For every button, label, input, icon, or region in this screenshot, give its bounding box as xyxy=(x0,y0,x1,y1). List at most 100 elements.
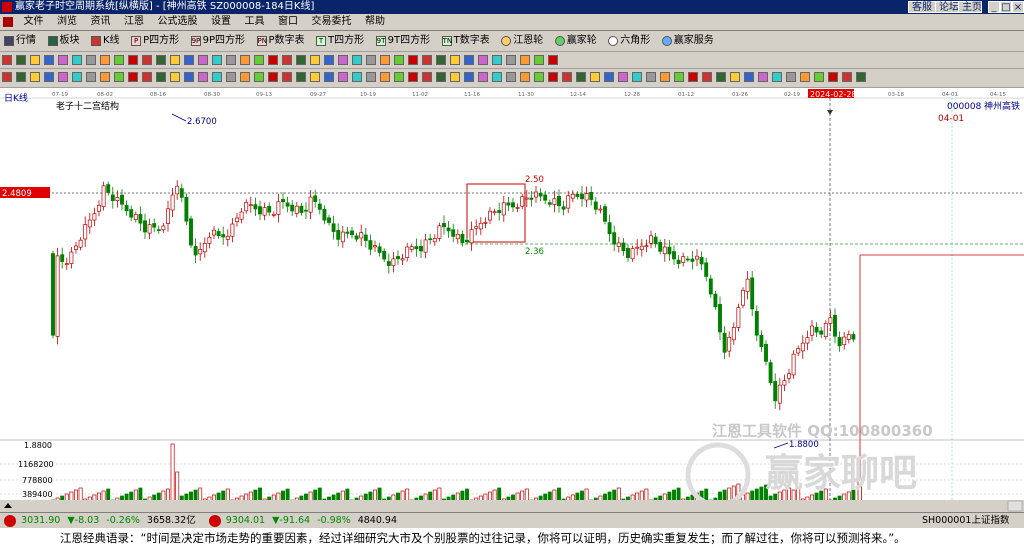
menu-trade[interactable]: 交易委托 xyxy=(307,14,357,30)
drawing-tool-icon[interactable] xyxy=(352,72,362,82)
sz-index-value[interactable]: 9304.01 xyxy=(226,513,265,529)
drawing-tool-icon[interactable] xyxy=(842,72,852,82)
drawing-tool-icon[interactable] xyxy=(44,72,54,82)
toolbar-t-square-button[interactable]: T T四方形 xyxy=(314,33,366,49)
toolbar-p-square-button[interactable]: P P四方形 xyxy=(129,33,181,49)
toolbar-9t-square-button[interactable]: 9T 9T四方形 xyxy=(374,33,432,49)
drawing-tool-icon[interactable] xyxy=(618,72,628,82)
drawing-tool-icon[interactable] xyxy=(408,72,418,82)
menu-window[interactable]: 窗口 xyxy=(273,14,303,30)
minimize-button[interactable]: _ xyxy=(988,1,1000,13)
drawing-tool-icon[interactable] xyxy=(128,72,138,82)
drawing-tool-icon[interactable] xyxy=(72,72,82,82)
drawing-tool-icon[interactable] xyxy=(450,72,460,82)
drawing-tool-icon[interactable] xyxy=(156,72,166,82)
drawing-tool-icon[interactable] xyxy=(562,72,572,82)
drawing-tool-icon[interactable] xyxy=(674,72,684,82)
drawing-tool-icon[interactable] xyxy=(702,72,712,82)
drawing-tool-icon[interactable] xyxy=(422,72,432,82)
scroll-thumb[interactable] xyxy=(1007,500,1023,512)
maximize-button[interactable]: □ xyxy=(1000,1,1012,13)
period-tool-icon[interactable] xyxy=(352,55,362,65)
drawing-tool-icon[interactable] xyxy=(2,72,12,82)
period-tool-icon[interactable] xyxy=(408,55,418,65)
drawing-tool-icon[interactable] xyxy=(394,72,404,82)
menu-gann[interactable]: 江恩 xyxy=(119,14,149,30)
drawing-tool-icon[interactable] xyxy=(366,72,376,82)
period-tool-icon[interactable] xyxy=(72,55,82,65)
period-tool-icon[interactable] xyxy=(338,55,348,65)
period-tool-icon[interactable] xyxy=(16,55,26,65)
toolbar-kline-button[interactable]: K线 xyxy=(89,33,122,49)
period-tool-icon[interactable] xyxy=(86,55,96,65)
drawing-tool-icon[interactable] xyxy=(828,72,838,82)
drawing-tool-icon[interactable] xyxy=(534,72,544,82)
drawing-tool-icon[interactable] xyxy=(492,72,502,82)
drawing-tool-icon[interactable] xyxy=(604,72,614,82)
drawing-tool-icon[interactable] xyxy=(324,72,334,82)
sh-index-value[interactable]: 3031.90 xyxy=(21,513,60,529)
forum-button[interactable]: 论坛 xyxy=(935,1,959,13)
toolbar-hexagon-button[interactable]: 六角形 xyxy=(606,33,652,49)
period-tool-icon[interactable] xyxy=(156,55,166,65)
drawing-tool-icon[interactable] xyxy=(100,72,110,82)
status-right-text[interactable]: SH000001上证指数 xyxy=(922,513,1009,529)
menu-formula[interactable]: 公式选股 xyxy=(153,14,203,30)
period-tool-icon[interactable] xyxy=(548,55,558,65)
drawing-tool-icon[interactable] xyxy=(114,72,124,82)
drawing-tool-icon[interactable] xyxy=(212,72,222,82)
drawing-tool-icon[interactable] xyxy=(184,72,194,82)
homepage-button[interactable]: 主页 xyxy=(958,1,982,13)
period-tool-icon[interactable] xyxy=(366,55,376,65)
drawing-tool-icon[interactable] xyxy=(506,72,516,82)
period-tool-icon[interactable] xyxy=(198,55,208,65)
period-tool-icon[interactable] xyxy=(212,55,222,65)
drawing-tool-icon[interactable] xyxy=(58,72,68,82)
drawing-tool-icon[interactable] xyxy=(856,72,866,82)
period-tool-icon[interactable] xyxy=(254,55,264,65)
drawing-tool-icon[interactable] xyxy=(744,72,754,82)
drawing-tool-icon[interactable] xyxy=(548,72,558,82)
drawing-tool-icon[interactable] xyxy=(660,72,670,82)
toolbar-winner-wheel-button[interactable]: 赢家轮 xyxy=(553,33,599,49)
period-tool-icon[interactable] xyxy=(506,55,516,65)
drawing-tool-icon[interactable] xyxy=(464,72,474,82)
period-tool-icon[interactable] xyxy=(534,55,544,65)
drawing-tool-icon[interactable] xyxy=(786,72,796,82)
period-tool-icon[interactable] xyxy=(240,55,250,65)
close-button[interactable]: × xyxy=(1012,1,1024,13)
menu-help[interactable]: 帮助 xyxy=(360,14,390,30)
toolbar-service-button[interactable]: 赢家服务 xyxy=(660,33,716,49)
period-tool-icon[interactable] xyxy=(30,55,40,65)
period-tool-icon[interactable] xyxy=(436,55,446,65)
period-tool-icon[interactable] xyxy=(142,55,152,65)
drawing-tool-icon[interactable] xyxy=(240,72,250,82)
drawing-tool-icon[interactable] xyxy=(380,72,390,82)
kline-chart[interactable]: 07-19 08-02 08-16 08-30 09-13 09-27 10-19 11-02… xyxy=(0,88,1024,512)
drawing-tool-icon[interactable] xyxy=(772,72,782,82)
scrollbar-svg[interactable] xyxy=(0,500,1024,512)
drawing-tool-icon[interactable] xyxy=(632,72,642,82)
drawing-tool-icon[interactable] xyxy=(86,72,96,82)
drawing-tool-icon[interactable] xyxy=(296,72,306,82)
menu-file[interactable]: 文件 xyxy=(19,14,49,30)
menu-info[interactable]: 资讯 xyxy=(86,14,116,30)
drawing-tool-icon[interactable] xyxy=(716,72,726,82)
drawing-tool-icon[interactable] xyxy=(268,72,278,82)
toolbar-9p-square-button[interactable]: 9P 9P四方形 xyxy=(189,33,247,49)
period-tool-icon[interactable] xyxy=(380,55,390,65)
drawing-tool-icon[interactable] xyxy=(338,72,348,82)
drawing-tool-icon[interactable] xyxy=(590,72,600,82)
period-tool-icon[interactable] xyxy=(422,55,432,65)
drawing-tool-icon[interactable] xyxy=(142,72,152,82)
service-button[interactable]: 客服 xyxy=(908,1,936,13)
scrollbar-track[interactable] xyxy=(0,500,1024,512)
drawing-tool-icon[interactable] xyxy=(814,72,824,82)
period-tool-icon[interactable] xyxy=(450,55,460,65)
period-tool-icon[interactable] xyxy=(184,55,194,65)
period-tool-icon[interactable] xyxy=(324,55,334,65)
toolbar-blocks-button[interactable]: 板块 xyxy=(46,33,82,49)
period-tool-icon[interactable] xyxy=(394,55,404,65)
period-tool-icon[interactable] xyxy=(114,55,124,65)
drawing-tool-icon[interactable] xyxy=(310,72,320,82)
